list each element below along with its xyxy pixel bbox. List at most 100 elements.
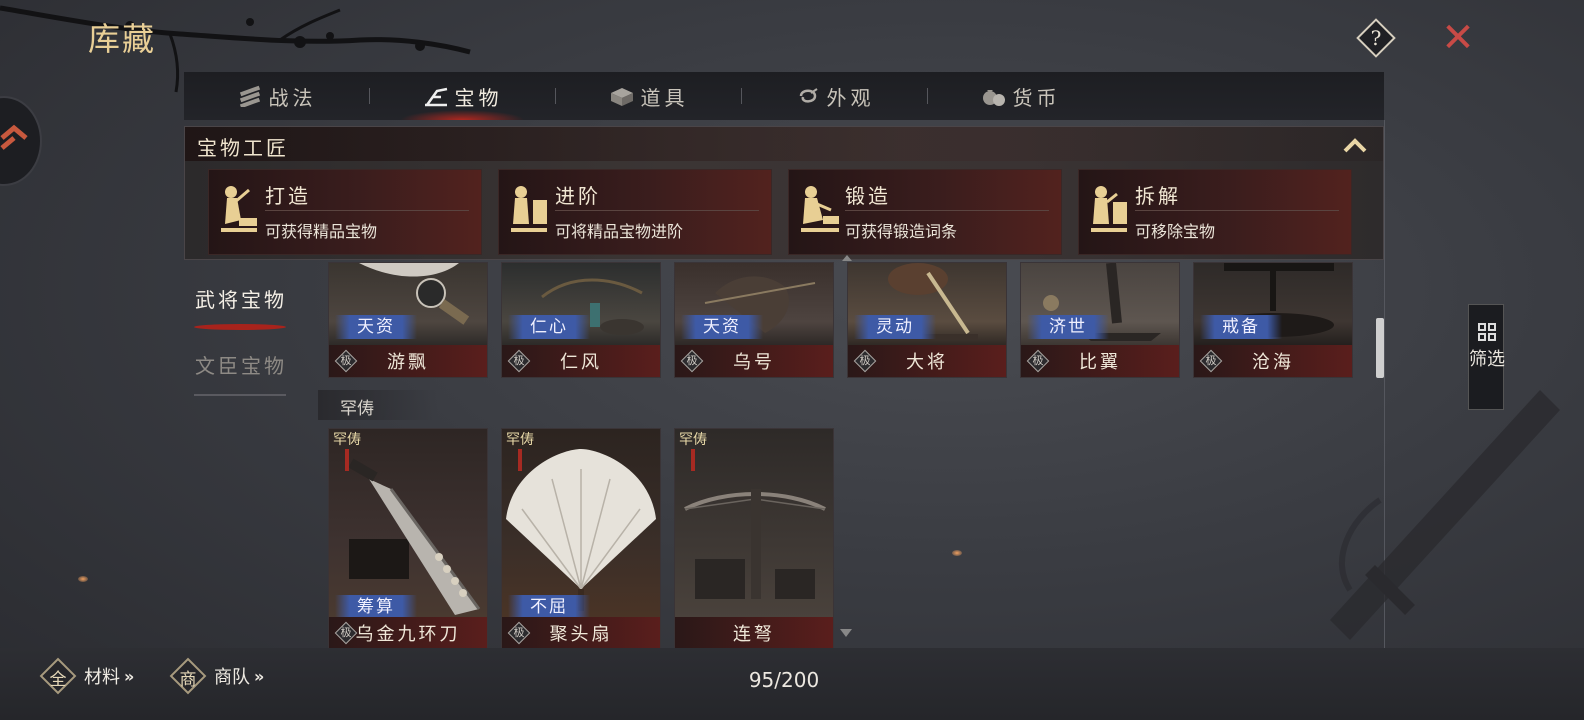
- treasure-card[interactable]: 罕俦 筹算 乌金九环刀 极: [328, 428, 488, 648]
- craft-card-divider: [265, 210, 469, 211]
- quality-badge: 极: [1025, 348, 1051, 374]
- category-civil-treasure[interactable]: 文臣宝物: [186, 350, 296, 379]
- sword-decoration: [1330, 390, 1560, 640]
- rare-section-label: 罕俦: [318, 390, 438, 420]
- treasure-icon: [424, 87, 447, 107]
- tab-treasure[interactable]: 宝物: [370, 72, 555, 120]
- tab-tactics[interactable]: 战法: [184, 72, 369, 120]
- tab-label: 外观: [826, 85, 875, 110]
- craft-panel-header: 宝物工匠: [185, 127, 1383, 161]
- scroll-up-indicator: [842, 255, 852, 261]
- treasure-card[interactable]: 罕俦 连弩: [674, 428, 834, 648]
- blacksmith-figure-icon: [221, 186, 257, 232]
- ember-decoration: [78, 576, 88, 582]
- filter-button[interactable]: 筛选: [1468, 304, 1505, 410]
- treasure-card[interactable]: 灵动 大将 极: [847, 262, 1007, 378]
- tab-items[interactable]: 道具: [556, 72, 741, 120]
- rare-badge: 罕俦: [333, 433, 365, 471]
- chevron-icon: [0, 124, 28, 150]
- ember-decoration: [952, 550, 962, 556]
- blacksmith-figure-icon: [801, 186, 839, 232]
- rare-badge: 罕俦: [679, 433, 711, 471]
- category-tab-bar: 战法 宝物 道具 外观 货币: [184, 72, 1384, 120]
- tab-label: 货币: [1012, 85, 1061, 110]
- storage-capacity: 95/200: [748, 668, 820, 692]
- craft-panel-title: 宝物工匠: [197, 136, 289, 160]
- appearance-icon: [799, 88, 818, 103]
- craft-advance-button[interactable]: 进阶 可将精品宝物进阶: [498, 169, 772, 255]
- quality-badge: 极: [333, 620, 359, 646]
- tab-currency[interactable]: 货币: [928, 72, 1113, 120]
- trait-tag: 天资: [335, 315, 417, 339]
- category-divider: [194, 394, 286, 396]
- trait-tag: 筹算: [335, 595, 417, 619]
- close-button[interactable]: ✕: [1438, 18, 1478, 58]
- tab-label: 道具: [640, 85, 689, 110]
- close-icon: ✕: [1441, 15, 1475, 61]
- treasure-card[interactable]: 罕俦 不屈 聚头扇 极: [501, 428, 661, 648]
- trait-tag: 灵动: [854, 315, 936, 339]
- treasure-card[interactable]: 天资 游飘 极: [328, 262, 488, 378]
- caravan-button[interactable]: 商 商队 »: [168, 654, 264, 698]
- chevron-right-icon: »: [254, 666, 265, 686]
- treasure-card[interactable]: 济世 比翼 极: [1020, 262, 1180, 378]
- trait-tag: 不屈: [508, 595, 590, 619]
- caravan-label: 商队: [214, 667, 250, 688]
- materials-icon: 全: [38, 656, 78, 696]
- materials-button[interactable]: 全 材料 »: [38, 654, 134, 698]
- quality-badge: 极: [333, 348, 359, 374]
- page-title: 库藏: [88, 20, 157, 58]
- quality-badge: 极: [506, 620, 532, 646]
- treasure-name: 连弩: [675, 617, 833, 648]
- blacksmith-figure-icon: [1091, 186, 1127, 232]
- craft-card-divider: [1135, 210, 1339, 211]
- trait-tag: 戒备: [1200, 315, 1282, 339]
- craft-smith-button[interactable]: 锻造 可获得锻造词条: [788, 169, 1062, 255]
- chest-icon: [610, 88, 633, 106]
- grid-filter-icon: [1478, 323, 1496, 341]
- craft-card-divider: [555, 210, 759, 211]
- tab-label: 宝物: [454, 85, 503, 110]
- quality-badge: 极: [1198, 348, 1224, 374]
- tab-label: 战法: [268, 85, 317, 110]
- treasure-grid: 天资 游飘 极 仁心 仁风 极 天资 乌号 极 灵动 大将 极 济世 比翼 极 …: [310, 262, 1380, 648]
- treasure-card[interactable]: 戒备 沧海 极: [1193, 262, 1353, 378]
- quality-badge: 极: [852, 348, 878, 374]
- trait-tag: 仁心: [508, 315, 590, 339]
- craft-dismantle-button[interactable]: 拆解 可移除宝物: [1078, 169, 1352, 255]
- craft-action-name: 进阶: [555, 184, 601, 208]
- craft-action-desc: 可获得锻造词条: [845, 222, 958, 241]
- craft-action-desc: 可将精品宝物进阶: [555, 222, 684, 241]
- scroll-bundle-icon: [239, 85, 260, 107]
- bottom-bar: 全 材料 » 商 商队 » 95/200: [0, 648, 1584, 720]
- craft-card-divider: [845, 210, 1049, 211]
- craft-action-desc: 可获得精品宝物: [265, 222, 378, 241]
- category-general-treasure[interactable]: 武将宝物: [186, 284, 296, 313]
- tab-appearance[interactable]: 外观: [742, 72, 927, 120]
- craft-action-name: 锻造: [845, 184, 891, 208]
- quality-badge: 极: [679, 348, 705, 374]
- treasure-card[interactable]: 天资 乌号 极: [674, 262, 834, 378]
- active-category-underline: [194, 324, 286, 330]
- filter-label: 筛选: [1469, 349, 1505, 370]
- craft-action-desc: 可移除宝物: [1135, 222, 1216, 241]
- craft-forge-button[interactable]: 打造 可获得精品宝物: [208, 169, 482, 255]
- blacksmith-figure-icon: [511, 186, 547, 232]
- quality-badge: 极: [506, 348, 532, 374]
- money-bag-icon: [982, 90, 1005, 106]
- trait-tag: 天资: [681, 315, 763, 339]
- question-icon: ?: [1370, 26, 1382, 50]
- help-button[interactable]: ?: [1356, 18, 1396, 58]
- chevron-right-icon: »: [124, 666, 135, 686]
- treasure-craftsman-panel: 宝物工匠 打造 可获得精品宝物 进阶 可将精品宝物进阶 锻造 可获得锻造词条 拆…: [184, 126, 1384, 260]
- treasure-card[interactable]: 仁心 仁风 极: [501, 262, 661, 378]
- craft-action-name: 打造: [265, 184, 311, 208]
- craft-action-name: 拆解: [1135, 184, 1181, 208]
- materials-label: 材料: [84, 667, 120, 688]
- scroll-down-indicator: [840, 629, 852, 637]
- caravan-icon: 商: [168, 656, 208, 696]
- chevron-up-icon[interactable]: [1341, 135, 1369, 155]
- side-expand-button[interactable]: [0, 96, 42, 186]
- rare-badge: 罕俦: [506, 433, 538, 471]
- scrollbar-thumb[interactable]: [1376, 318, 1384, 378]
